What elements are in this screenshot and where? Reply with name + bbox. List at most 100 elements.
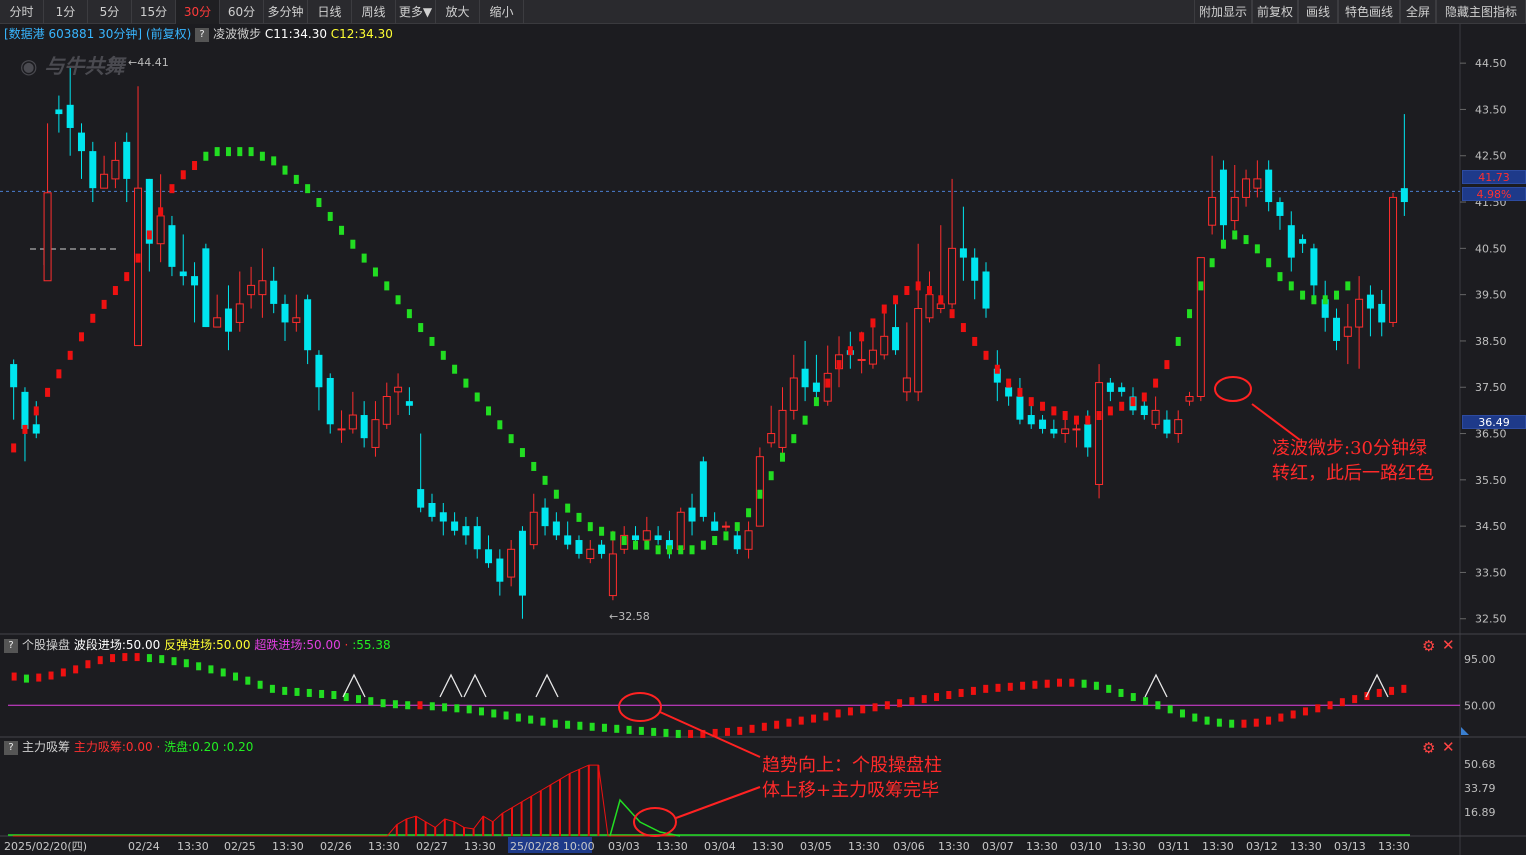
- lbwb-segment: [734, 522, 740, 532]
- lbwb-segment: [757, 489, 763, 499]
- candle-body: [32, 424, 40, 434]
- candle-body: [982, 271, 990, 309]
- lbwb-segment: [1040, 401, 1046, 411]
- panel2-header: ? 主力吸筹 主力吸筹:0.00 · 洗盘:0.20 :0.20: [4, 739, 253, 755]
- panel1-segment: [958, 688, 964, 697]
- candle-body: [348, 414, 357, 430]
- panel1-segment: [183, 659, 189, 668]
- candle-body: [191, 276, 199, 286]
- panel1-segment: [638, 726, 644, 735]
- candle-body: [485, 549, 493, 564]
- candle-body: [270, 280, 278, 304]
- candle-body: [1163, 419, 1171, 434]
- panel1-segment: [392, 700, 398, 709]
- candle-body: [632, 535, 640, 541]
- help-icon[interactable]: ?: [4, 740, 18, 755]
- indicator-name: 凌波微步: [213, 27, 262, 41]
- panel1-segment: [1032, 680, 1038, 689]
- panel1-segment: [1081, 679, 1087, 688]
- panel2-name: 主力吸筹: [22, 740, 71, 754]
- panel2-axis-label: 16.89: [1464, 806, 1496, 819]
- toolbar-button-11[interactable]: 缩小: [480, 0, 524, 24]
- toolbar-right-button-1[interactable]: 前复权: [1252, 0, 1298, 24]
- panel1-segment: [1253, 718, 1259, 727]
- xaxis-label: 03/07: [982, 840, 1014, 853]
- candle-body: [77, 132, 85, 152]
- lbwb-segment: [508, 434, 514, 444]
- annotation-arrow: [659, 711, 761, 758]
- candle-body: [21, 391, 29, 429]
- logo-icon: ◉: [20, 54, 45, 78]
- panel1-segment: [257, 680, 263, 689]
- panel1-segment: [1327, 701, 1333, 710]
- toolbar-button-7[interactable]: 日线: [308, 0, 352, 24]
- lbwb-segment: [1028, 397, 1034, 407]
- panel1-segment: [466, 705, 472, 714]
- toolbar-button-8[interactable]: 周线: [352, 0, 396, 24]
- candle-body: [1196, 257, 1205, 398]
- stock-title[interactable]: [数据港 603881 30分钟] (前复权): [4, 27, 191, 41]
- candle-body: [235, 303, 244, 323]
- toolbar-button-9[interactable]: 更多▼: [396, 0, 436, 24]
- panel1-segment: [995, 683, 1001, 692]
- lbwb-segment: [293, 174, 299, 184]
- help-icon[interactable]: ?: [4, 638, 18, 653]
- xaxis-label: 03/05: [800, 840, 832, 853]
- panel1-segment: [798, 716, 804, 725]
- toolbar-right-button-2[interactable]: 画线: [1298, 0, 1338, 24]
- lbwb-segment: [859, 332, 865, 342]
- lbwb-segment: [192, 161, 198, 171]
- xaxis-label: 2025/02/20(四): [4, 840, 87, 853]
- panel1-segment: [811, 714, 817, 723]
- toolbar-button-2[interactable]: 5分: [88, 0, 132, 24]
- candle-body: [507, 548, 516, 578]
- toolbar-button-5[interactable]: 60分: [220, 0, 264, 24]
- current-pct-badge: 4.98%: [1462, 187, 1526, 201]
- close-icon[interactable]: ✕: [1442, 636, 1455, 654]
- candle-body: [959, 248, 967, 258]
- candle-body: [948, 247, 957, 305]
- toolbar-button-3[interactable]: 15分: [132, 0, 176, 24]
- lbwb-segment: [802, 415, 808, 425]
- candle-body: [518, 530, 526, 596]
- lbwb-segment: [463, 378, 469, 388]
- toolbar-right-button-0[interactable]: 附加显示: [1194, 0, 1252, 24]
- toolbar-button-0[interactable]: 分时: [0, 0, 44, 24]
- help-icon[interactable]: ?: [195, 27, 210, 42]
- lbwb-segment: [519, 448, 525, 458]
- candle-body: [258, 280, 267, 296]
- lbwb-segment: [203, 151, 209, 161]
- panel1-segment: [1302, 707, 1308, 716]
- candle-body: [598, 544, 606, 554]
- panel1-segment: [171, 657, 177, 666]
- toolbar-button-6[interactable]: 多分钟: [264, 0, 308, 24]
- panel1-segment: [134, 653, 140, 662]
- lbwb-segment: [1243, 235, 1249, 245]
- panel1-segment: [1266, 716, 1272, 725]
- toolbar-button-10[interactable]: 放大: [436, 0, 480, 24]
- panel1-segment: [97, 656, 103, 665]
- panel1-segment: [306, 688, 312, 697]
- toolbar-button-1[interactable]: 1分: [44, 0, 88, 24]
- candle-body: [1208, 196, 1217, 226]
- toolbar-button-4[interactable]: 30分: [176, 0, 220, 24]
- close-icon[interactable]: ✕: [1442, 738, 1455, 756]
- lbwb-segment: [67, 350, 73, 360]
- annotation-arrow: [675, 786, 761, 819]
- xaxis-label: 03/06: [893, 840, 925, 853]
- gear-icon[interactable]: ⚙: [1422, 739, 1435, 757]
- toolbar-right-button-5[interactable]: 隐藏主图指标: [1436, 0, 1526, 24]
- lbwb-segment: [1006, 378, 1012, 388]
- toolbar-right-button-4[interactable]: 全屏: [1400, 0, 1436, 24]
- panel1-segment: [872, 703, 878, 712]
- gear-icon[interactable]: ⚙: [1422, 637, 1435, 655]
- lbwb-segment: [305, 184, 311, 194]
- panel1-segment: [454, 704, 460, 713]
- lbwb-segment: [1277, 272, 1283, 282]
- panel1-segment: [577, 721, 583, 730]
- lbwb-segment: [22, 424, 28, 434]
- lbwb-segment: [497, 420, 503, 430]
- toolbar-right-button-3[interactable]: 特色画线: [1338, 0, 1400, 24]
- candle-body: [417, 489, 425, 508]
- panel1-segment: [294, 687, 300, 696]
